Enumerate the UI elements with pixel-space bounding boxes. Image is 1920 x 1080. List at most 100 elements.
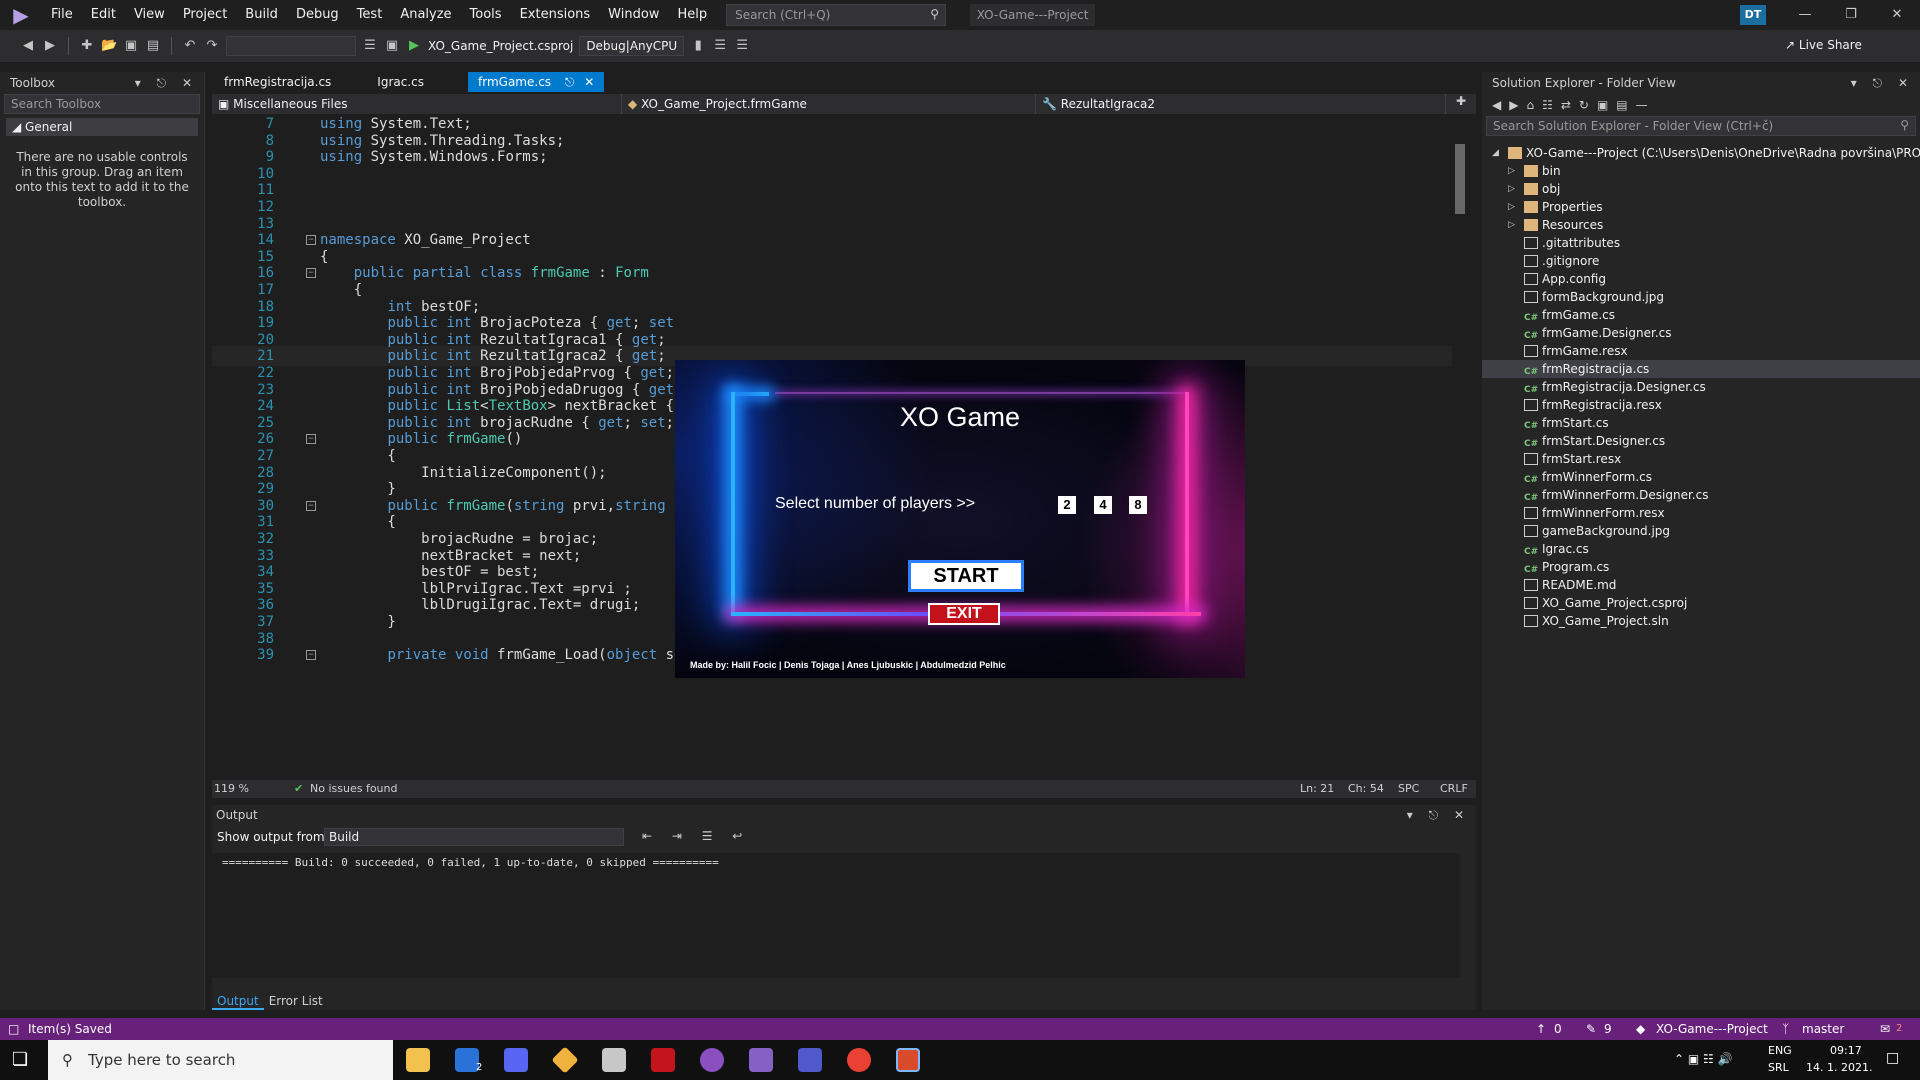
solution-search-input[interactable]: Search Solution Explorer - Folder View (…	[1486, 116, 1916, 136]
keyboard-language[interactable]: ENG	[1768, 1044, 1792, 1057]
solution-explorer-toolbar[interactable]: ◀▶⌂☷⇄↻▣▤—	[1482, 94, 1920, 116]
panel-controls[interactable]: ▾ ⎋ ✕	[135, 72, 198, 94]
branch-name[interactable]: master	[1802, 1018, 1844, 1040]
tree-root[interactable]: ◢ XO-Game---Project (C:\Users\Denis\OneDr…	[1482, 144, 1920, 162]
tree-item[interactable]: C# frmStart.cs	[1482, 414, 1920, 432]
panel-controls[interactable]: ▾ ⎋ ✕	[1407, 805, 1470, 825]
fold-toggle-icon[interactable]: −	[306, 268, 316, 279]
tree-item[interactable]: gameBackground.jpg	[1482, 522, 1920, 540]
visual-studio-icon[interactable]	[749, 1048, 773, 1072]
fold-toggle-icon[interactable]: −	[306, 650, 316, 661]
running-game-icon[interactable]	[896, 1048, 920, 1072]
issues-status[interactable]: No issues found	[310, 780, 397, 798]
menu-file[interactable]: File	[42, 0, 82, 30]
editor-scrollbar[interactable]	[1452, 114, 1468, 780]
changes-count[interactable]: 9	[1604, 1018, 1612, 1040]
tree-item[interactable]: ▷ Resources	[1482, 216, 1920, 234]
menu-build[interactable]: Build	[236, 0, 287, 30]
tree-item[interactable]: frmRegistracija.resx	[1482, 396, 1920, 414]
expand-arrow-icon[interactable]: ▷	[1508, 180, 1515, 198]
menu-tools[interactable]: Tools	[461, 0, 511, 30]
windows-start-icon[interactable]: ❏	[12, 1050, 32, 1070]
close-tab-icon[interactable]: ✕	[584, 75, 594, 89]
access-icon[interactable]	[651, 1048, 675, 1072]
start-debug-icon[interactable]: ▶	[406, 38, 422, 54]
restore-button[interactable]: ❐	[1828, 0, 1874, 30]
notifications-icon[interactable]: ✉	[1880, 1018, 1890, 1040]
players-8-button[interactable]: 8	[1129, 496, 1147, 514]
menu-debug[interactable]: Debug	[287, 0, 348, 30]
expand-arrow-icon[interactable]: ▷	[1508, 162, 1515, 180]
discord-icon[interactable]	[504, 1048, 528, 1072]
tray-icons[interactable]: ⌃ ▣ ☷ 🔊	[1674, 1052, 1733, 1066]
uncomment-icon[interactable]: ☰	[734, 38, 750, 54]
type-combo[interactable]: ◆ XO_Game_Project.frmGame	[622, 94, 1036, 114]
tree-item[interactable]: README.md	[1482, 576, 1920, 594]
players-4-button[interactable]: 4	[1094, 496, 1112, 514]
split-icon[interactable]: ✚	[1446, 94, 1476, 114]
repo-name[interactable]: XO-Game---Project	[1656, 1018, 1768, 1040]
tree-item[interactable]: C# frmRegistracija.cs	[1482, 360, 1920, 378]
scroll-thumb[interactable]	[1455, 144, 1465, 214]
start-button[interactable]: START	[908, 560, 1024, 592]
tree-item[interactable]: formBackground.jpg	[1482, 288, 1920, 306]
menu-window[interactable]: Window	[599, 0, 668, 30]
debug-config-combo[interactable]: Debug|AnyCPU	[579, 36, 685, 56]
navigate-back-icon[interactable]: ◀	[20, 38, 36, 54]
tree-item[interactable]: C# frmWinnerForm.Designer.cs	[1482, 486, 1920, 504]
panel-controls[interactable]: ▾ ⎋ ✕	[1851, 72, 1914, 94]
teams-icon[interactable]	[798, 1048, 822, 1072]
menu-project[interactable]: Project	[174, 0, 236, 30]
chrome-icon[interactable]	[847, 1048, 871, 1072]
fold-toggle-icon[interactable]: −	[306, 434, 316, 445]
tree-item[interactable]: frmWinnerForm.resx	[1482, 504, 1920, 522]
screenshot-icon[interactable]: ▣	[384, 38, 400, 54]
unpushed-count[interactable]: 0	[1554, 1018, 1562, 1040]
bookmark-icon[interactable]: ▮	[690, 38, 706, 54]
new-project-icon[interactable]: ✚	[79, 38, 95, 54]
tab-igrac[interactable]: Igrac.cs	[367, 72, 434, 92]
close-window-button[interactable]: ✕	[1874, 0, 1920, 30]
expand-arrow-icon[interactable]: ◢	[1492, 144, 1499, 162]
tree-item[interactable]: C# frmStart.Designer.cs	[1482, 432, 1920, 450]
expand-arrow-icon[interactable]: ▷	[1508, 216, 1515, 234]
clock-date[interactable]: 14. 1. 2021.	[1806, 1061, 1872, 1074]
toolbox-search-input[interactable]: Search Toolbox	[4, 94, 200, 114]
startup-project[interactable]: XO_Game_Project.csproj	[428, 39, 573, 53]
redo-icon[interactable]: ↷	[204, 38, 220, 54]
solution-config-combo[interactable]	[226, 36, 356, 56]
keyboard-layout[interactable]: SRL	[1768, 1061, 1789, 1074]
tab-frmgame[interactable]: frmGame.cs ⎋ ✕	[468, 72, 605, 92]
navigate-forward-icon[interactable]: ▶	[42, 38, 58, 54]
fold-toggle-icon[interactable]: −	[306, 500, 316, 511]
expand-arrow-icon[interactable]: ▷	[1508, 198, 1515, 216]
exit-button[interactable]: EXIT	[928, 603, 1000, 625]
pin-icon[interactable]: ⎋	[565, 75, 575, 89]
tree-item[interactable]: XO_Game_Project.sln	[1482, 612, 1920, 630]
project-combo[interactable]: ▣ Miscellaneous Files	[212, 94, 622, 114]
fold-toggle-icon[interactable]: −	[306, 235, 316, 246]
member-combo[interactable]: 🔧 RezultatIgraca2	[1036, 94, 1446, 114]
zoom-level[interactable]: 119 %	[214, 780, 249, 798]
undo-icon[interactable]: ↶	[182, 38, 198, 54]
tree-item[interactable]: C# Program.cs	[1482, 558, 1920, 576]
menu-edit[interactable]: Edit	[82, 0, 125, 30]
tree-item[interactable]: C# frmRegistracija.Designer.cs	[1482, 378, 1920, 396]
minimize-button[interactable]: —	[1782, 0, 1828, 30]
database-icon[interactable]	[602, 1048, 626, 1072]
live-share-button[interactable]: ↗ Live Share	[1785, 38, 1862, 52]
tab-error-list[interactable]: Error List	[264, 992, 328, 1010]
output-toolbar-icons[interactable]: ⇤ ⇥ ☰ ↩	[642, 829, 750, 843]
menu-view[interactable]: View	[125, 0, 174, 30]
tree-item[interactable]: App.config	[1482, 270, 1920, 288]
tree-item[interactable]: ▷ obj	[1482, 180, 1920, 198]
tree-item[interactable]: frmGame.resx	[1482, 342, 1920, 360]
toolbox-group-general[interactable]: ◢ General	[6, 118, 198, 136]
whitespace-mode[interactable]: SPC	[1398, 780, 1419, 798]
tree-item[interactable]: C# frmGame.cs	[1482, 306, 1920, 324]
quick-search-input[interactable]: Search (Ctrl+Q) ⚲	[726, 4, 947, 26]
tree-item[interactable]: .gitattributes	[1482, 234, 1920, 252]
tab-frmregistracija[interactable]: frmRegistracija.cs	[214, 72, 341, 92]
open-file-icon[interactable]: 📂	[101, 38, 117, 54]
tab-output[interactable]: Output	[212, 992, 264, 1010]
